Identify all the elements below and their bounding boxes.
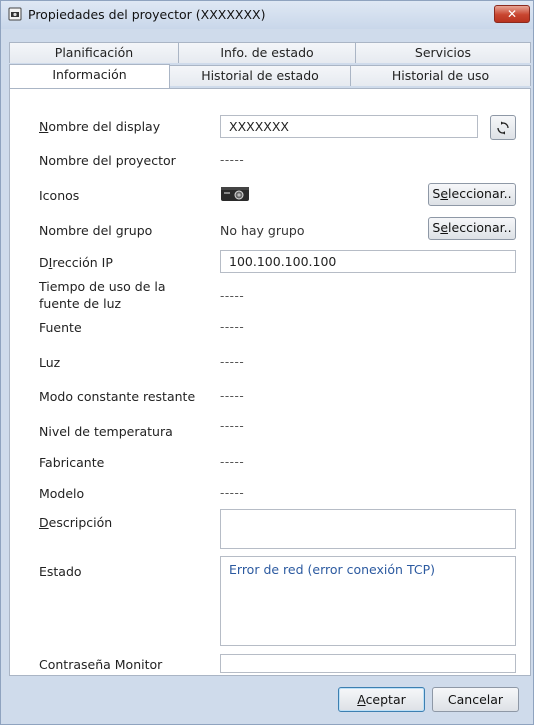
projector-icon — [221, 187, 249, 201]
status-box[interactable]: Error de red (error conexión TCP) — [220, 556, 516, 646]
monitor-password-label: Contraseña Monitor — [39, 657, 163, 672]
display-name-input[interactable]: XXXXXXX — [220, 115, 478, 138]
title-bar: Propiedades del proyector (XXXXXXX) ✕ — [1, 1, 533, 29]
accept-button[interactable]: Aceptar — [338, 687, 425, 712]
temperature-value: ----- — [220, 419, 245, 433]
ip-label: DIrección IP — [39, 255, 113, 270]
light-usage-label: Tiempo de uso de la fuente de luz — [39, 279, 166, 311]
tab-info-estado[interactable]: Info. de estado — [178, 42, 356, 63]
tab-historial-estado[interactable]: Historial de estado — [169, 65, 351, 86]
group-name-label: Nombre del grupo — [39, 223, 153, 238]
manufacturer-value: ----- — [220, 455, 245, 469]
status-label: Estado — [39, 564, 82, 579]
tab-label: Información — [52, 67, 127, 82]
projector-properties-icon — [8, 7, 22, 21]
tab-historial-uso[interactable]: Historial de uso — [350, 65, 531, 86]
projector-name-label: Nombre del proyector — [39, 153, 176, 168]
refresh-button[interactable] — [490, 115, 516, 140]
light-value: ----- — [220, 355, 245, 369]
tab-label: Servicios — [414, 45, 472, 60]
icons-select-button[interactable]: Seleccionar.. — [428, 183, 516, 206]
cancel-button[interactable]: Cancelar — [432, 687, 519, 712]
temperature-label: Nivel de temperatura — [39, 424, 173, 439]
manufacturer-label: Fabricante — [39, 455, 105, 470]
display-name-label: Nombre del display — [39, 119, 161, 134]
monitor-password-input[interactable] — [220, 654, 516, 673]
light-usage-value: ----- — [220, 289, 245, 303]
source-label: Fuente — [39, 320, 82, 335]
light-label: Luz — [39, 355, 61, 370]
tab-label: Historial de uso — [391, 68, 490, 83]
ip-address-input[interactable]: 100.100.100.100 — [220, 250, 516, 273]
icons-label: Iconos — [39, 188, 80, 203]
tab-label: Info. de estado — [220, 45, 314, 60]
tab-label: Planificación — [54, 45, 134, 60]
refresh-icon — [497, 121, 509, 135]
group-select-button[interactable]: Seleccionar.. — [428, 217, 516, 240]
model-label: Modelo — [39, 486, 85, 501]
source-value: ----- — [220, 320, 245, 334]
status-text: Error de red (error conexión TCP) — [229, 562, 435, 577]
close-icon: ✕ — [506, 7, 518, 21]
constant-mode-label: Modo constante restante — [39, 389, 196, 404]
tab-label: Historial de estado — [201, 68, 319, 83]
description-label: Descripción — [39, 515, 113, 530]
model-value: ----- — [220, 486, 245, 500]
tab-informacion[interactable]: Información — [9, 64, 170, 88]
tab-servicios[interactable]: Servicios — [355, 42, 531, 63]
description-input[interactable] — [220, 509, 516, 549]
close-button[interactable]: ✕ — [494, 5, 530, 23]
tab-planificacion[interactable]: Planificación — [9, 42, 179, 63]
window-title: Propiedades del proyector (XXXXXXX) — [28, 7, 266, 22]
group-name-value: No hay grupo — [220, 223, 305, 238]
properties-window: Propiedades del proyector (XXXXXXX) ✕ Pl… — [0, 0, 534, 725]
projector-name-value: ----- — [220, 153, 245, 167]
constant-mode-value: ----- — [220, 389, 245, 403]
